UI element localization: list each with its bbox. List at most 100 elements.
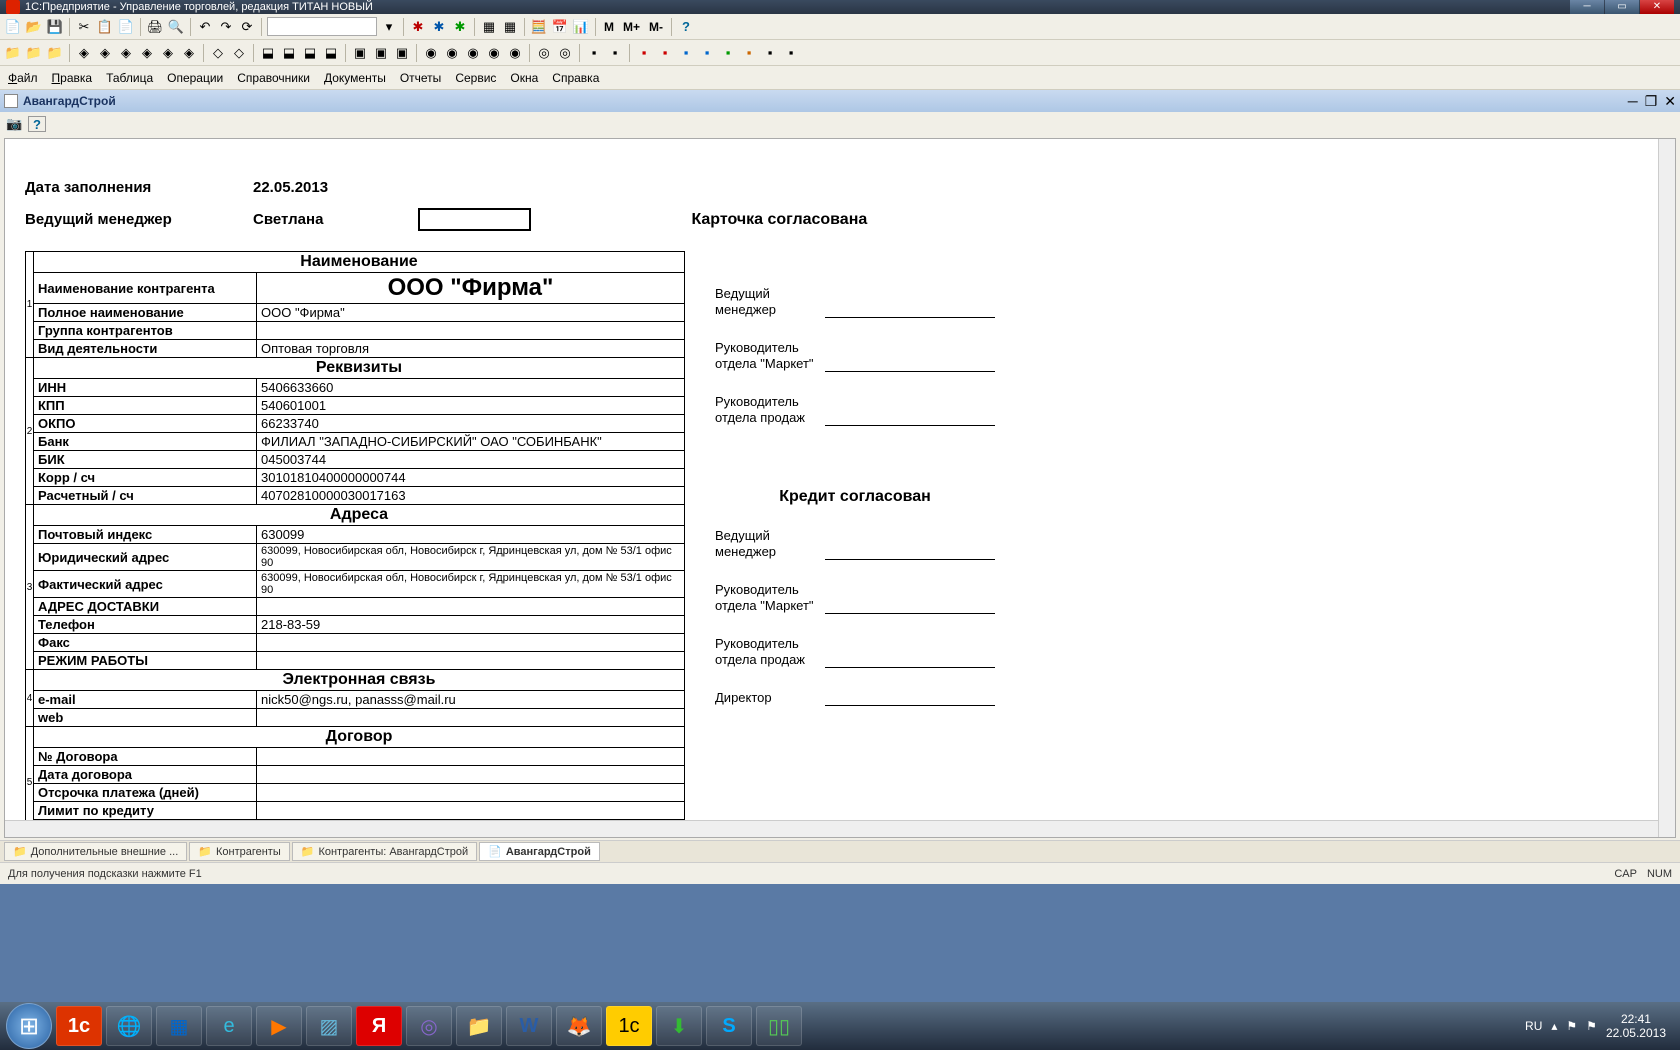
close-button[interactable]: ✕ (1640, 0, 1674, 14)
taskbar-app[interactable]: W (506, 1006, 552, 1046)
vertical-scrollbar[interactable] (1658, 139, 1675, 837)
tool-icon[interactable]: ◈ (75, 44, 93, 62)
menu-reports[interactable]: Отчеты (400, 71, 441, 85)
open-icon[interactable]: 📂 (25, 18, 43, 36)
tool-icon[interactable]: ◉ (485, 44, 503, 62)
tool-icon[interactable]: ◇ (230, 44, 248, 62)
memory-m-button[interactable]: M (601, 20, 617, 34)
tool-icon[interactable]: ⬓ (259, 44, 277, 62)
maximize-button[interactable]: ▭ (1605, 0, 1639, 14)
start-button[interactable]: ⊞ (6, 1003, 52, 1049)
tool-icon[interactable]: ▪ (698, 44, 716, 62)
tray-flag-icon[interactable]: ⚑ (1566, 1019, 1577, 1033)
taskbar-app[interactable]: ▯▯ (756, 1006, 802, 1046)
tool-icon[interactable]: ▣ (372, 44, 390, 62)
window-tab[interactable]: 📁Дополнительные внешние ... (4, 842, 187, 861)
taskbar-app[interactable]: ◎ (406, 1006, 452, 1046)
window-tab[interactable]: 📁Контрагенты (189, 842, 289, 861)
action-icon[interactable]: ✱ (409, 18, 427, 36)
report-viewport[interactable]: Дата заполнения 22.05.2013 Ведущий менед… (4, 138, 1676, 838)
horizontal-scrollbar[interactable] (5, 820, 1658, 837)
menu-table[interactable]: Таблица (106, 71, 153, 85)
menu-refs[interactable]: Справочники (237, 71, 310, 85)
minimize-button[interactable]: ─ (1570, 0, 1604, 14)
tool-icon[interactable]: ▪ (585, 44, 603, 62)
tool-icon[interactable]: ▪ (719, 44, 737, 62)
camera-icon[interactable]: 📷 (6, 116, 22, 132)
window-tab[interactable]: 📁Контрагенты: АвангардСтрой (292, 842, 477, 861)
tool-icon[interactable]: ◈ (96, 44, 114, 62)
tab-minimize-button[interactable]: ─ (1628, 93, 1638, 110)
menu-file[interactable]: Файл (8, 71, 38, 85)
tool-icon[interactable]: ◈ (180, 44, 198, 62)
tool-icon[interactable]: ◉ (422, 44, 440, 62)
menu-help[interactable]: Справка (552, 71, 599, 85)
tool-icon[interactable]: ◉ (464, 44, 482, 62)
menu-docs[interactable]: Документы (324, 71, 386, 85)
taskbar-app[interactable]: 🦊 (556, 1006, 602, 1046)
tool-icon[interactable]: ◈ (117, 44, 135, 62)
tray-clock[interactable]: 22:41 22.05.2013 (1606, 1012, 1666, 1040)
action-icon[interactable]: ✱ (451, 18, 469, 36)
tray-flag-icon[interactable]: ⚑ (1586, 1019, 1597, 1033)
tool-icon[interactable]: ▣ (393, 44, 411, 62)
tool-icon[interactable]: 📁 (4, 44, 22, 62)
dropdown-icon[interactable]: ▾ (380, 18, 398, 36)
help-icon[interactable]: ? (677, 18, 695, 36)
taskbar-app[interactable]: 📁 (456, 1006, 502, 1046)
redo-icon[interactable]: ↷ (217, 18, 235, 36)
memory-mplus-button[interactable]: M+ (620, 20, 643, 34)
tool-icon[interactable]: ◎ (535, 44, 553, 62)
tool-icon[interactable]: ⬓ (280, 44, 298, 62)
taskbar-app[interactable]: ⬇ (656, 1006, 702, 1046)
tool-icon[interactable]: ▪ (656, 44, 674, 62)
tray-icon[interactable]: ▴ (1551, 1019, 1557, 1033)
tool-icon[interactable]: ⬓ (322, 44, 340, 62)
paste-icon[interactable]: 📄 (117, 18, 135, 36)
tab-close-button[interactable]: ✕ (1664, 93, 1676, 110)
tray-lang[interactable]: RU (1525, 1019, 1542, 1033)
tool-icon[interactable]: ▪ (635, 44, 653, 62)
tool-icon[interactable]: ▪ (782, 44, 800, 62)
print-icon[interactable]: 🖨 (146, 18, 164, 36)
menu-operations[interactable]: Операции (167, 71, 223, 85)
tool-icon[interactable]: 📊 (572, 18, 590, 36)
tool-icon[interactable]: ⬓ (301, 44, 319, 62)
tool-icon[interactable]: ◉ (443, 44, 461, 62)
tool-icon[interactable]: ◎ (556, 44, 574, 62)
taskbar-app[interactable]: 🌐 (106, 1006, 152, 1046)
cut-icon[interactable]: ✂ (75, 18, 93, 36)
grid-icon[interactable]: ▦ (501, 18, 519, 36)
taskbar-app[interactable]: ▶ (256, 1006, 302, 1046)
memory-mminus-button[interactable]: M- (646, 20, 666, 34)
help-icon[interactable]: ? (28, 116, 46, 132)
refresh-icon[interactable]: ⟳ (238, 18, 256, 36)
find-icon[interactable]: 🔍 (167, 18, 185, 36)
menu-windows[interactable]: Окна (510, 71, 538, 85)
tool-icon[interactable]: ◇ (209, 44, 227, 62)
tool-icon[interactable]: ▣ (351, 44, 369, 62)
toolbar-search-input[interactable] (267, 17, 377, 36)
tool-icon[interactable]: ▪ (677, 44, 695, 62)
calendar-icon[interactable]: 📅 (551, 18, 569, 36)
taskbar-app[interactable]: 1c (606, 1006, 652, 1046)
tool-icon[interactable]: ◈ (159, 44, 177, 62)
grid-icon[interactable]: ▦ (480, 18, 498, 36)
action-icon[interactable]: ✱ (430, 18, 448, 36)
tool-icon[interactable]: ▪ (606, 44, 624, 62)
taskbar-app[interactable]: Я (356, 1006, 402, 1046)
tool-icon[interactable]: ◈ (138, 44, 156, 62)
window-tab-active[interactable]: 📄АвангардСтрой (479, 842, 600, 861)
tab-restore-button[interactable]: ❐ (1645, 93, 1658, 110)
taskbar-app[interactable]: S (706, 1006, 752, 1046)
taskbar-app[interactable]: ▨ (306, 1006, 352, 1046)
new-icon[interactable]: 📄 (4, 18, 22, 36)
undo-icon[interactable]: ↶ (196, 18, 214, 36)
menu-edit[interactable]: Правка (52, 71, 93, 85)
tool-icon[interactable]: ▪ (740, 44, 758, 62)
copy-icon[interactable]: 📋 (96, 18, 114, 36)
taskbar-app[interactable]: ▦ (156, 1006, 202, 1046)
tool-icon[interactable]: ◉ (506, 44, 524, 62)
tool-icon[interactable]: 📁 (46, 44, 64, 62)
taskbar-app[interactable]: e (206, 1006, 252, 1046)
